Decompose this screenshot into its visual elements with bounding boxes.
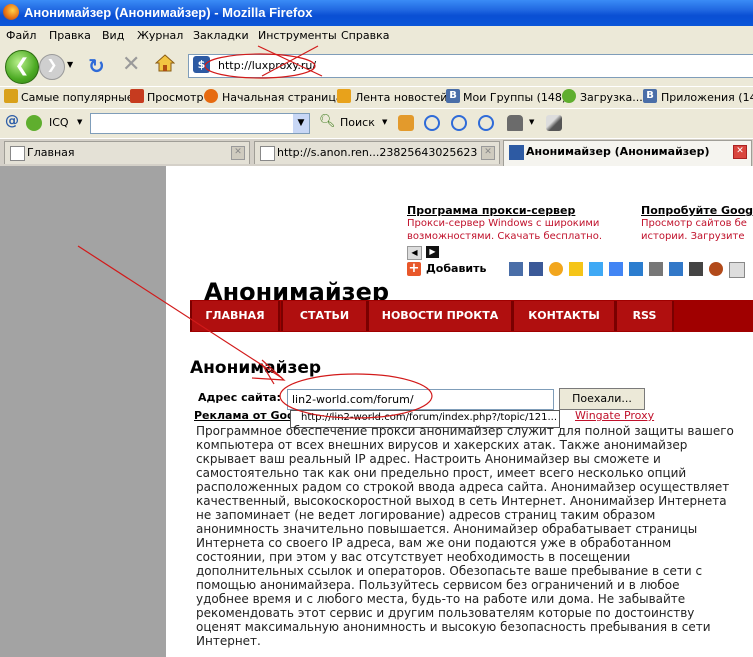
annotation-circle-url [204,53,316,79]
annotation-arrow-line [77,245,283,379]
annotation-circle-address [279,373,433,419]
annotation-arrow-line [261,363,275,385]
annotation-overlay [77,45,433,419]
annotation-arrow-head [251,359,286,381]
